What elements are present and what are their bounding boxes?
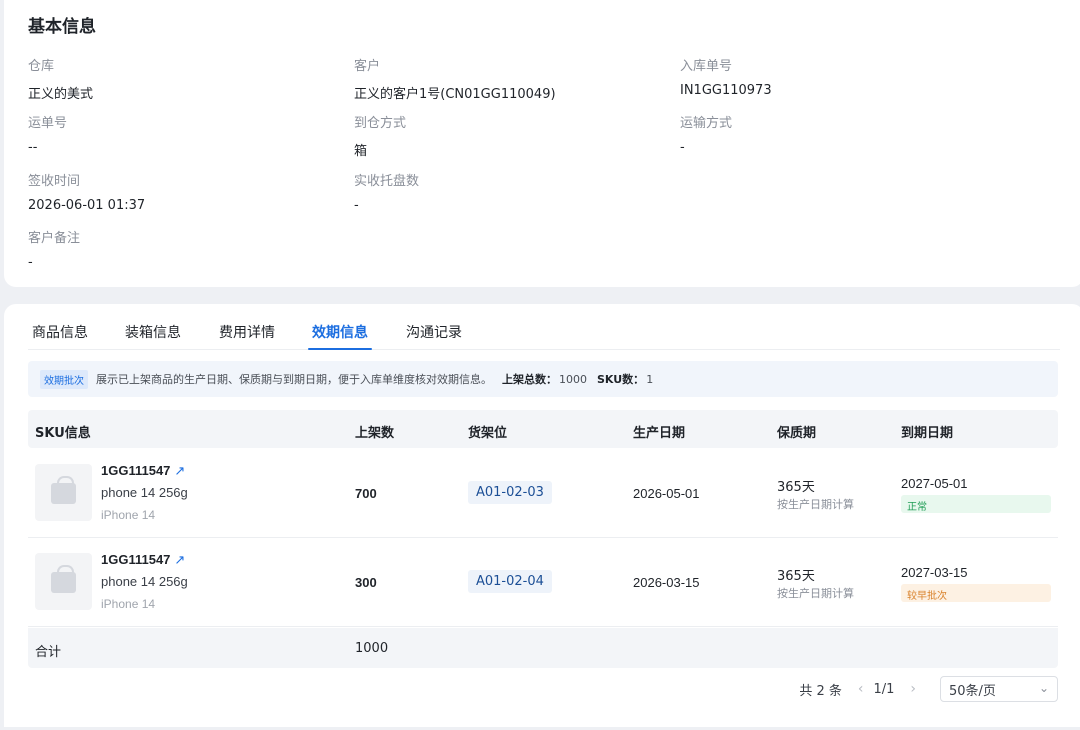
field-warehouse: 仓库 正义的美式: [28, 55, 93, 102]
field-value: 正义的美式: [28, 87, 94, 102]
tab-packing-info[interactable]: 装箱信息: [125, 322, 181, 350]
shelf-life: 365天: [777, 569, 815, 584]
banner-sku-label: SKU数：: [597, 373, 645, 386]
shelf-life: 365天: [777, 480, 815, 495]
field-label: 实收托盘数: [354, 174, 420, 189]
sku-model: iPhone 14: [101, 597, 156, 611]
tab-communication-log[interactable]: 沟通记录: [406, 322, 462, 350]
field-label: 入库单号: [680, 59, 733, 74]
sku-code-link[interactable]: 1GG111547 ↗: [101, 552, 185, 568]
field-label: 到仓方式: [354, 116, 407, 131]
banner-sku-value: 1: [646, 372, 654, 386]
column-header-shelf-life: 保质期: [777, 426, 817, 441]
total-label: 合计: [35, 645, 62, 660]
location-tag: A01-02-04: [468, 570, 552, 593]
sku-code: 1GG111547: [101, 463, 171, 478]
sku-code-link[interactable]: 1GG111547 ↗: [101, 463, 185, 479]
shopping-bag-icon: [51, 476, 76, 504]
banner-total-value: 1000: [559, 372, 587, 386]
field-label: 客户备注: [28, 231, 81, 246]
field-label: 仓库: [28, 59, 55, 74]
column-header-expiry-date: 到期日期: [901, 426, 954, 441]
banner-total-label: 上架总数：: [502, 373, 557, 386]
expiry-date: 2027-05-01: [901, 476, 968, 491]
expiry-info-banner: 效期批次 展示已上架商品的生产日期、保质期与到期日期，便于入库单维度核对效期信息…: [28, 361, 1058, 397]
shelf-life-note: 按生产日期计算: [777, 498, 854, 511]
shelved-qty: 700: [355, 486, 377, 501]
product-thumbnail: [35, 464, 92, 521]
field-value: IN1GG110973: [680, 83, 772, 98]
field-value: 箱: [354, 144, 368, 159]
basic-info-card: 基本信息 仓库 正义的美式 客户 正义的客户1号(CN01GG110049) 入…: [4, 0, 1080, 287]
sku-code: 1GG111547: [101, 552, 171, 567]
product-thumbnail: [35, 553, 92, 610]
field-value: 2026-06-01 01:37: [28, 198, 146, 213]
field-value: -: [680, 140, 685, 155]
expiry-date: 2027-03-15: [901, 565, 968, 580]
column-header-location: 货架位: [468, 426, 508, 441]
column-header-production-date: 生产日期: [633, 426, 686, 441]
table-row: 1GG111547 ↗ phone 14 256g iPhone 14 700 A…: [28, 449, 1058, 538]
chevron-right-icon[interactable]: ›: [910, 681, 916, 697]
tab-fee-details[interactable]: 费用详情: [219, 322, 275, 350]
field-pallet-count: 实收托盘数 -: [354, 170, 419, 213]
sku-name: phone 14 256g: [101, 485, 188, 500]
page-size-select[interactable]: 50条/页 ⌄: [940, 676, 1058, 702]
table-header: SKU信息 上架数 货架位 生产日期 保质期 到期日期: [28, 410, 1058, 448]
external-link-icon[interactable]: ↗: [174, 552, 185, 567]
shelf-life-note: 按生产日期计算: [777, 587, 854, 600]
column-header-qty: 上架数: [355, 426, 395, 441]
production-date: 2026-03-15: [633, 575, 700, 590]
table-row: 1GG111547 ↗ phone 14 256g iPhone 14 300 A…: [28, 538, 1058, 627]
chevron-left-icon[interactable]: ‹: [858, 681, 864, 697]
table-total-row: 合计 1000: [28, 628, 1058, 668]
production-date: 2026-05-01: [633, 486, 700, 501]
field-value: -: [28, 255, 33, 270]
location-tag: A01-02-03: [468, 481, 552, 504]
field-value: 正义的客户1号(CN01GG110049): [354, 87, 556, 102]
field-inbound-no: 入库单号 IN1GG110973: [680, 55, 772, 98]
field-waybill: 运单号 --: [28, 112, 67, 155]
tab-product-info[interactable]: 商品信息: [32, 322, 88, 350]
total-value: 1000: [355, 641, 389, 656]
shelved-qty: 300: [355, 575, 377, 590]
page-size-value: 50条/页: [949, 683, 996, 699]
field-value: -: [354, 198, 359, 213]
pagination-page: 1/1: [873, 681, 895, 697]
field-label: 运输方式: [680, 116, 733, 131]
external-link-icon[interactable]: ↗: [174, 463, 185, 478]
status-badge: 正常: [901, 495, 1051, 513]
field-label: 运单号: [28, 116, 68, 131]
field-transport-mode: 运输方式 -: [680, 112, 732, 155]
banner-text: 展示已上架商品的生产日期、保质期与到期日期，便于入库单维度核对效期信息。: [96, 373, 492, 386]
detail-tabs-card: 商品信息 装箱信息 费用详情 效期信息 沟通记录 效期批次 展示已上架商品的生产…: [4, 304, 1080, 727]
pagination-summary: 共 2 条: [799, 683, 842, 699]
shopping-bag-icon: [51, 565, 76, 593]
basic-info-title: 基本信息: [28, 17, 96, 37]
field-sign-time: 签收时间 2026-06-01 01:37: [28, 170, 145, 213]
field-label: 客户: [354, 59, 381, 74]
field-arrival-mode: 到仓方式 箱: [354, 112, 406, 159]
chevron-down-icon: ⌄: [1038, 681, 1049, 695]
tab-expiry-info[interactable]: 效期信息: [308, 322, 372, 350]
tab-bar: 商品信息 装箱信息 费用详情 效期信息 沟通记录: [28, 322, 1060, 350]
status-badge: 较早批次: [901, 584, 1051, 602]
field-customer: 客户 正义的客户1号(CN01GG110049): [354, 55, 556, 102]
field-label: 签收时间: [28, 174, 81, 189]
sku-name: phone 14 256g: [101, 574, 188, 589]
pagination: 共 2 条 ‹ 1/1 › 50条/页 ⌄: [799, 676, 1058, 702]
field-customer-remark: 客户备注 -: [28, 227, 80, 270]
banner-tag: 效期批次: [40, 369, 88, 389]
sku-model: iPhone 14: [101, 508, 156, 522]
column-header-sku: SKU信息: [35, 426, 91, 441]
field-value: --: [28, 140, 38, 155]
